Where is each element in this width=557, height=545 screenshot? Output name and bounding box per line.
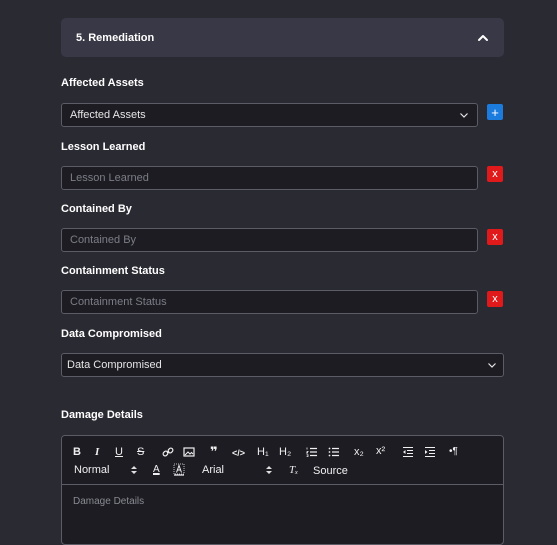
- damage-details-label: Damage Details: [61, 409, 143, 421]
- text-direction-button[interactable]: •¶: [449, 446, 458, 458]
- section-header-remediation[interactable]: 5. Remediation: [61, 18, 504, 57]
- containment-status-field[interactable]: [61, 290, 478, 314]
- affected-assets-select[interactable]: Affected Assets: [61, 103, 478, 127]
- format-select-value: Normal: [74, 464, 110, 476]
- bullet-list-icon[interactable]: [328, 446, 340, 458]
- affected-assets-label: Affected Assets: [61, 77, 144, 89]
- contained-by-label: Contained By: [61, 203, 132, 215]
- remove-containment-status-button[interactable]: x: [487, 291, 503, 307]
- data-compromised-select[interactable]: Data Compromised: [61, 353, 504, 377]
- contained-by-field[interactable]: [61, 228, 478, 252]
- affected-assets-value: Affected Assets: [70, 109, 146, 121]
- damage-details-placeholder: Damage Details: [73, 496, 145, 507]
- lesson-learned-input[interactable]: [70, 172, 469, 184]
- source-button[interactable]: Source: [313, 465, 348, 477]
- data-compromised-value: Data Compromised: [67, 359, 162, 371]
- image-icon[interactable]: [183, 446, 195, 458]
- subscript-button[interactable]: x₂: [354, 446, 364, 458]
- font-color-button[interactable]: A: [153, 464, 160, 476]
- font-select[interactable]: Arial: [202, 464, 224, 476]
- chevron-down-icon: [488, 363, 496, 368]
- font-select-arrows-icon: [265, 464, 273, 476]
- ordered-list-icon[interactable]: [306, 446, 318, 458]
- blockquote-button[interactable]: ❞: [210, 445, 218, 458]
- lesson-learned-label: Lesson Learned: [61, 141, 146, 153]
- format-select[interactable]: Normal: [74, 464, 109, 476]
- remove-lesson-learned-button[interactable]: x: [487, 166, 503, 182]
- link-icon[interactable]: [162, 446, 174, 458]
- chevron-down-icon: [460, 113, 468, 118]
- data-compromised-label: Data Compromised: [61, 328, 162, 340]
- damage-details-editor[interactable]: B I U S ❞ </> H₁ H₂ x₂ x² •¶ Normal A Ar…: [61, 435, 504, 545]
- code-button[interactable]: </>: [232, 447, 245, 459]
- containment-status-input[interactable]: [70, 296, 469, 308]
- superscript-button[interactable]: x²: [376, 445, 385, 457]
- format-select-arrows-icon: [130, 464, 138, 476]
- underline-button[interactable]: U: [115, 446, 123, 458]
- add-affected-asset-button[interactable]: +: [487, 104, 503, 120]
- damage-details-textarea[interactable]: Damage Details: [62, 485, 503, 518]
- editor-toolbar: B I U S ❞ </> H₁ H₂ x₂ x² •¶ Normal A Ar…: [62, 436, 503, 485]
- heading-2-button[interactable]: H₂: [279, 446, 291, 458]
- chevron-up-icon[interactable]: [476, 31, 490, 45]
- containment-status-label: Containment Status: [61, 265, 165, 277]
- strikethrough-button[interactable]: S: [137, 446, 144, 458]
- bold-button[interactable]: B: [73, 446, 81, 458]
- clear-format-button[interactable]: Tₓ: [289, 464, 298, 476]
- remove-contained-by-button[interactable]: x: [487, 229, 503, 245]
- indent-icon[interactable]: [424, 446, 436, 458]
- contained-by-input[interactable]: [70, 234, 469, 246]
- heading-1-button[interactable]: H₁: [257, 446, 269, 458]
- italic-button[interactable]: I: [95, 446, 99, 458]
- font-select-value: Arial: [202, 464, 225, 476]
- background-color-icon[interactable]: [173, 463, 185, 476]
- outdent-icon[interactable]: [402, 446, 414, 458]
- lesson-learned-field[interactable]: [61, 166, 478, 190]
- section-title: 5. Remediation: [76, 31, 155, 44]
